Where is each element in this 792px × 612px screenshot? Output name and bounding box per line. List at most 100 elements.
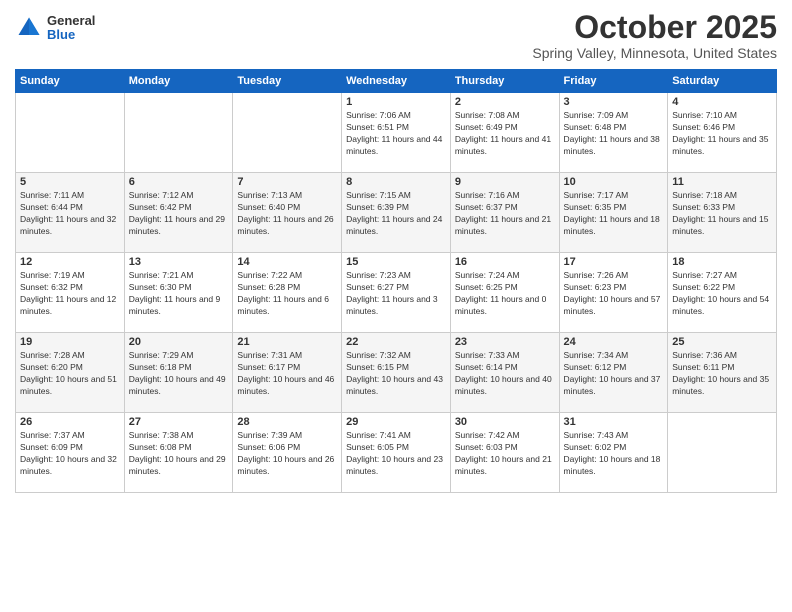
calendar-cell: 6 Sunrise: 7:12 AMSunset: 6:42 PMDaylight…	[124, 173, 233, 253]
cell-info: Sunrise: 7:24 AMSunset: 6:25 PMDaylight:…	[455, 270, 555, 318]
day-number: 6	[129, 176, 229, 188]
day-number: 2	[455, 96, 555, 108]
col-friday: Friday	[559, 70, 668, 93]
day-number: 23	[455, 336, 555, 348]
cell-info: Sunrise: 7:21 AMSunset: 6:30 PMDaylight:…	[129, 270, 229, 318]
cell-info: Sunrise: 7:37 AMSunset: 6:09 PMDaylight:…	[20, 430, 120, 478]
calendar-cell: 19Sunrise: 7:28 AMSunset: 6:20 PMDayligh…	[16, 333, 125, 413]
calendar-cell	[16, 93, 125, 173]
day-number: 29	[346, 416, 446, 428]
logo-text: General Blue	[47, 14, 95, 43]
day-number: 17	[564, 256, 664, 268]
logo-blue: Blue	[47, 28, 95, 42]
logo: General Blue	[15, 14, 95, 43]
day-number: 7	[237, 176, 337, 188]
day-number: 21	[237, 336, 337, 348]
cell-info: Sunrise: 7:36 AMSunset: 6:11 PMDaylight:…	[672, 350, 772, 398]
day-number: 22	[346, 336, 446, 348]
calendar-table: Sunday Monday Tuesday Wednesday Thursday…	[15, 69, 777, 493]
calendar-week-2: 5 Sunrise: 7:11 AMSunset: 6:44 PMDaylight…	[16, 173, 777, 253]
cell-info: Sunrise: 7:11 AMSunset: 6:44 PMDaylight:…	[20, 190, 120, 238]
calendar-cell: 31 Sunrise: 7:43 AMSunset: 6:02 PMDayligh…	[559, 413, 668, 493]
day-number: 18	[672, 256, 772, 268]
calendar-cell: 24Sunrise: 7:34 AMSunset: 6:12 PMDayligh…	[559, 333, 668, 413]
day-number: 16	[455, 256, 555, 268]
calendar-header: Sunday Monday Tuesday Wednesday Thursday…	[16, 70, 777, 93]
calendar-cell: 10Sunrise: 7:17 AMSunset: 6:35 PMDayligh…	[559, 173, 668, 253]
day-number: 19	[20, 336, 120, 348]
day-number: 15	[346, 256, 446, 268]
calendar-cell: 28Sunrise: 7:39 AMSunset: 6:06 PMDayligh…	[233, 413, 342, 493]
cell-info: Sunrise: 7:15 AMSunset: 6:39 PMDaylight:…	[346, 190, 446, 238]
cell-info: Sunrise: 7:12 AMSunset: 6:42 PMDaylight:…	[129, 190, 229, 238]
cell-info: Sunrise: 7:16 AMSunset: 6:37 PMDaylight:…	[455, 190, 555, 238]
calendar-cell: 17 Sunrise: 7:26 AMSunset: 6:23 PMDayligh…	[559, 253, 668, 333]
day-number: 26	[20, 416, 120, 428]
calendar-cell: 12 Sunrise: 7:19 AMSunset: 6:32 PMDayligh…	[16, 253, 125, 333]
calendar-cell	[233, 93, 342, 173]
calendar-cell	[668, 413, 777, 493]
calendar-cell: 21 Sunrise: 7:31 AMSunset: 6:17 PMDayligh…	[233, 333, 342, 413]
day-number: 20	[129, 336, 229, 348]
calendar-cell: 7 Sunrise: 7:13 AMSunset: 6:40 PMDaylight…	[233, 173, 342, 253]
col-wednesday: Wednesday	[342, 70, 451, 93]
day-number: 5	[20, 176, 120, 188]
day-number: 27	[129, 416, 229, 428]
col-thursday: Thursday	[450, 70, 559, 93]
calendar-cell: 25 Sunrise: 7:36 AMSunset: 6:11 PMDayligh…	[668, 333, 777, 413]
header-row: Sunday Monday Tuesday Wednesday Thursday…	[16, 70, 777, 93]
title-block: October 2025 Spring Valley, Minnesota, U…	[532, 10, 777, 61]
cell-info: Sunrise: 7:29 AMSunset: 6:18 PMDaylight:…	[129, 350, 229, 398]
calendar-week-4: 19Sunrise: 7:28 AMSunset: 6:20 PMDayligh…	[16, 333, 777, 413]
calendar-cell: 13 Sunrise: 7:21 AMSunset: 6:30 PMDayligh…	[124, 253, 233, 333]
calendar-cell: 4Sunrise: 7:10 AMSunset: 6:46 PMDaylight…	[668, 93, 777, 173]
calendar-cell: 23 Sunrise: 7:33 AMSunset: 6:14 PMDayligh…	[450, 333, 559, 413]
cell-info: Sunrise: 7:06 AMSunset: 6:51 PMDaylight:…	[346, 110, 446, 158]
calendar-cell: 30Sunrise: 7:42 AMSunset: 6:03 PMDayligh…	[450, 413, 559, 493]
cell-info: Sunrise: 7:26 AMSunset: 6:23 PMDaylight:…	[564, 270, 664, 318]
col-sunday: Sunday	[16, 70, 125, 93]
col-tuesday: Tuesday	[233, 70, 342, 93]
calendar-cell: 1 Sunrise: 7:06 AMSunset: 6:51 PMDaylight…	[342, 93, 451, 173]
calendar-cell: 27 Sunrise: 7:38 AMSunset: 6:08 PMDayligh…	[124, 413, 233, 493]
calendar-cell: 11Sunrise: 7:18 AMSunset: 6:33 PMDayligh…	[668, 173, 777, 253]
calendar-cell: 26 Sunrise: 7:37 AMSunset: 6:09 PMDayligh…	[16, 413, 125, 493]
cell-info: Sunrise: 7:43 AMSunset: 6:02 PMDaylight:…	[564, 430, 664, 478]
day-number: 4	[672, 96, 772, 108]
calendar-cell: 15 Sunrise: 7:23 AMSunset: 6:27 PMDayligh…	[342, 253, 451, 333]
calendar-title: October 2025	[532, 10, 777, 45]
day-number: 11	[672, 176, 772, 188]
day-number: 8	[346, 176, 446, 188]
calendar-cell: 2 Sunrise: 7:08 AMSunset: 6:49 PMDaylight…	[450, 93, 559, 173]
cell-info: Sunrise: 7:33 AMSunset: 6:14 PMDaylight:…	[455, 350, 555, 398]
calendar-subtitle: Spring Valley, Minnesota, United States	[532, 45, 777, 61]
day-number: 31	[564, 416, 664, 428]
cell-info: Sunrise: 7:31 AMSunset: 6:17 PMDaylight:…	[237, 350, 337, 398]
cell-info: Sunrise: 7:08 AMSunset: 6:49 PMDaylight:…	[455, 110, 555, 158]
calendar-cell: 5 Sunrise: 7:11 AMSunset: 6:44 PMDaylight…	[16, 173, 125, 253]
calendar-cell: 14Sunrise: 7:22 AMSunset: 6:28 PMDayligh…	[233, 253, 342, 333]
day-number: 25	[672, 336, 772, 348]
day-number: 10	[564, 176, 664, 188]
day-number: 1	[346, 96, 446, 108]
calendar-week-1: 1 Sunrise: 7:06 AMSunset: 6:51 PMDaylight…	[16, 93, 777, 173]
cell-info: Sunrise: 7:42 AMSunset: 6:03 PMDaylight:…	[455, 430, 555, 478]
cell-info: Sunrise: 7:19 AMSunset: 6:32 PMDaylight:…	[20, 270, 120, 318]
day-number: 24	[564, 336, 664, 348]
cell-info: Sunrise: 7:13 AMSunset: 6:40 PMDaylight:…	[237, 190, 337, 238]
day-number: 13	[129, 256, 229, 268]
page: General Blue October 2025 Spring Valley,…	[0, 0, 792, 612]
cell-info: Sunrise: 7:23 AMSunset: 6:27 PMDaylight:…	[346, 270, 446, 318]
day-number: 3	[564, 96, 664, 108]
day-number: 12	[20, 256, 120, 268]
day-number: 14	[237, 256, 337, 268]
day-number: 9	[455, 176, 555, 188]
header: General Blue October 2025 Spring Valley,…	[15, 10, 777, 61]
calendar-cell: 16 Sunrise: 7:24 AMSunset: 6:25 PMDayligh…	[450, 253, 559, 333]
calendar-cell: 8 Sunrise: 7:15 AMSunset: 6:39 PMDaylight…	[342, 173, 451, 253]
logo-general: General	[47, 14, 95, 28]
calendar-cell	[124, 93, 233, 173]
cell-info: Sunrise: 7:38 AMSunset: 6:08 PMDaylight:…	[129, 430, 229, 478]
calendar-cell: 20 Sunrise: 7:29 AMSunset: 6:18 PMDayligh…	[124, 333, 233, 413]
col-saturday: Saturday	[668, 70, 777, 93]
